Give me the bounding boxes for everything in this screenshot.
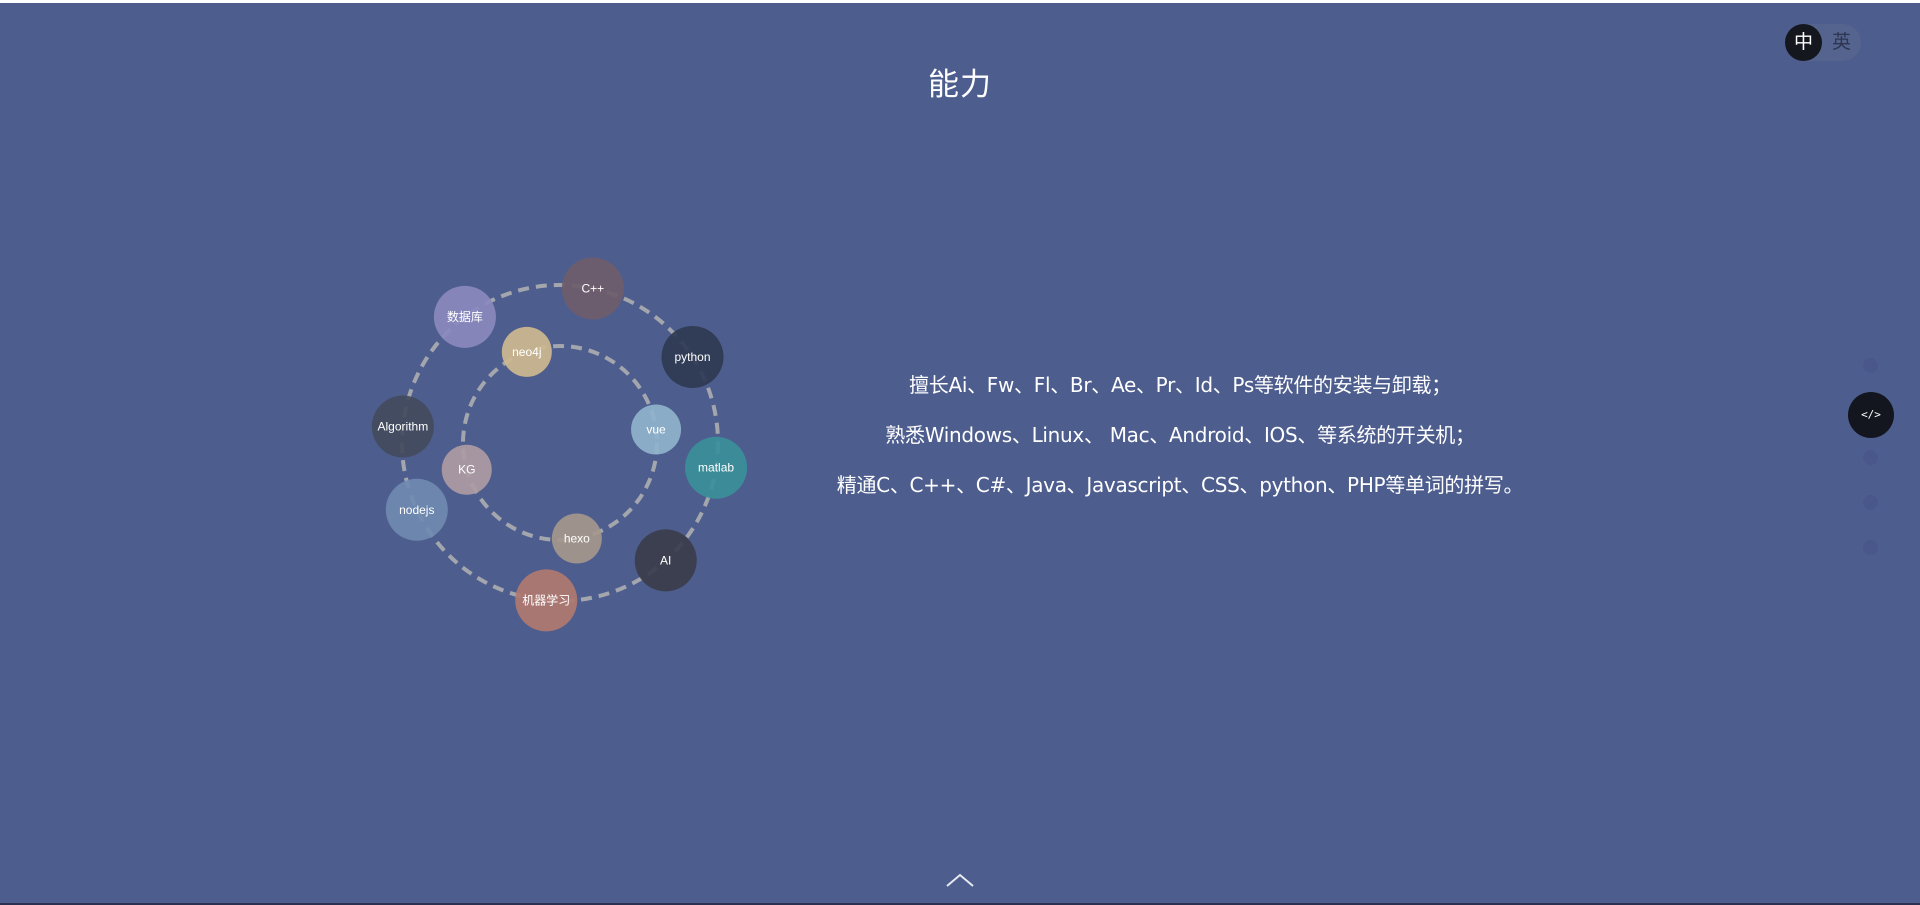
nav-dot[interactable] [1863, 450, 1878, 465]
code-icon[interactable]: </> [1848, 392, 1894, 438]
description-line: 熟悉Windows、Linux、 Mac、Android、IOS、等系统的开关机… [885, 423, 1475, 447]
skill-node: Algorithm [371, 395, 434, 458]
skill-node: vue [631, 404, 682, 455]
skill-label: KG [458, 463, 475, 477]
skill-node: hexo [551, 513, 602, 564]
skill-node: AI [634, 529, 697, 592]
page-background: 能力 中 英 C++ python matlab AI 机器学习 nodejs Algori… [0, 3, 1920, 903]
skill-label: AI [660, 553, 671, 567]
lang-english-button[interactable]: 英 [1823, 24, 1860, 61]
skill-label: C++ [582, 281, 605, 295]
skill-label: vue [646, 423, 666, 437]
chevron-up-icon[interactable] [944, 871, 976, 889]
skill-label: matlab [698, 461, 734, 475]
description-line: 精通C、C++、C#、Java、Javascript、CSS、python、PH… [836, 473, 1524, 497]
skill-node: C++ [561, 257, 624, 320]
language-toggle[interactable]: 中 英 [1785, 24, 1861, 61]
skill-label: Algorithm [378, 419, 429, 433]
nav-dot[interactable] [1863, 358, 1878, 373]
skill-label: neo4j [512, 345, 541, 359]
skill-node: python [661, 325, 724, 388]
skill-node: 机器学习 [515, 569, 578, 632]
skill-node: 数据库 [433, 285, 496, 348]
inner-ring [461, 344, 659, 542]
nav-dot[interactable] [1863, 495, 1878, 510]
skill-circle-diagram: C++ python matlab AI 机器学习 nodejs Algorithm 数据库 n… [371, 257, 748, 632]
description-line: 擅长Ai、Fw、Fl、Br、Ae、Pr、Id、Ps等软件的安装与卸载； [909, 373, 1451, 397]
skills-description: 擅长Ai、Fw、Fl、Br、Ae、Pr、Id、Ps等软件的安装与卸载； 熟悉Wi… [780, 373, 1580, 523]
skill-label: 数据库 [447, 309, 483, 324]
skill-label: 机器学习 [522, 592, 570, 607]
page-title: 能力 [928, 67, 992, 103]
skill-label: nodejs [399, 503, 434, 517]
skill-label: python [674, 350, 710, 364]
skill-node: nodejs [385, 478, 448, 541]
lang-chinese-button[interactable]: 中 [1785, 24, 1822, 61]
nav-dot[interactable] [1863, 540, 1878, 555]
skill-node: neo4j [501, 326, 552, 377]
skill-node: matlab [685, 436, 748, 499]
skill-node: KG [441, 444, 492, 495]
skill-label: hexo [564, 532, 590, 546]
